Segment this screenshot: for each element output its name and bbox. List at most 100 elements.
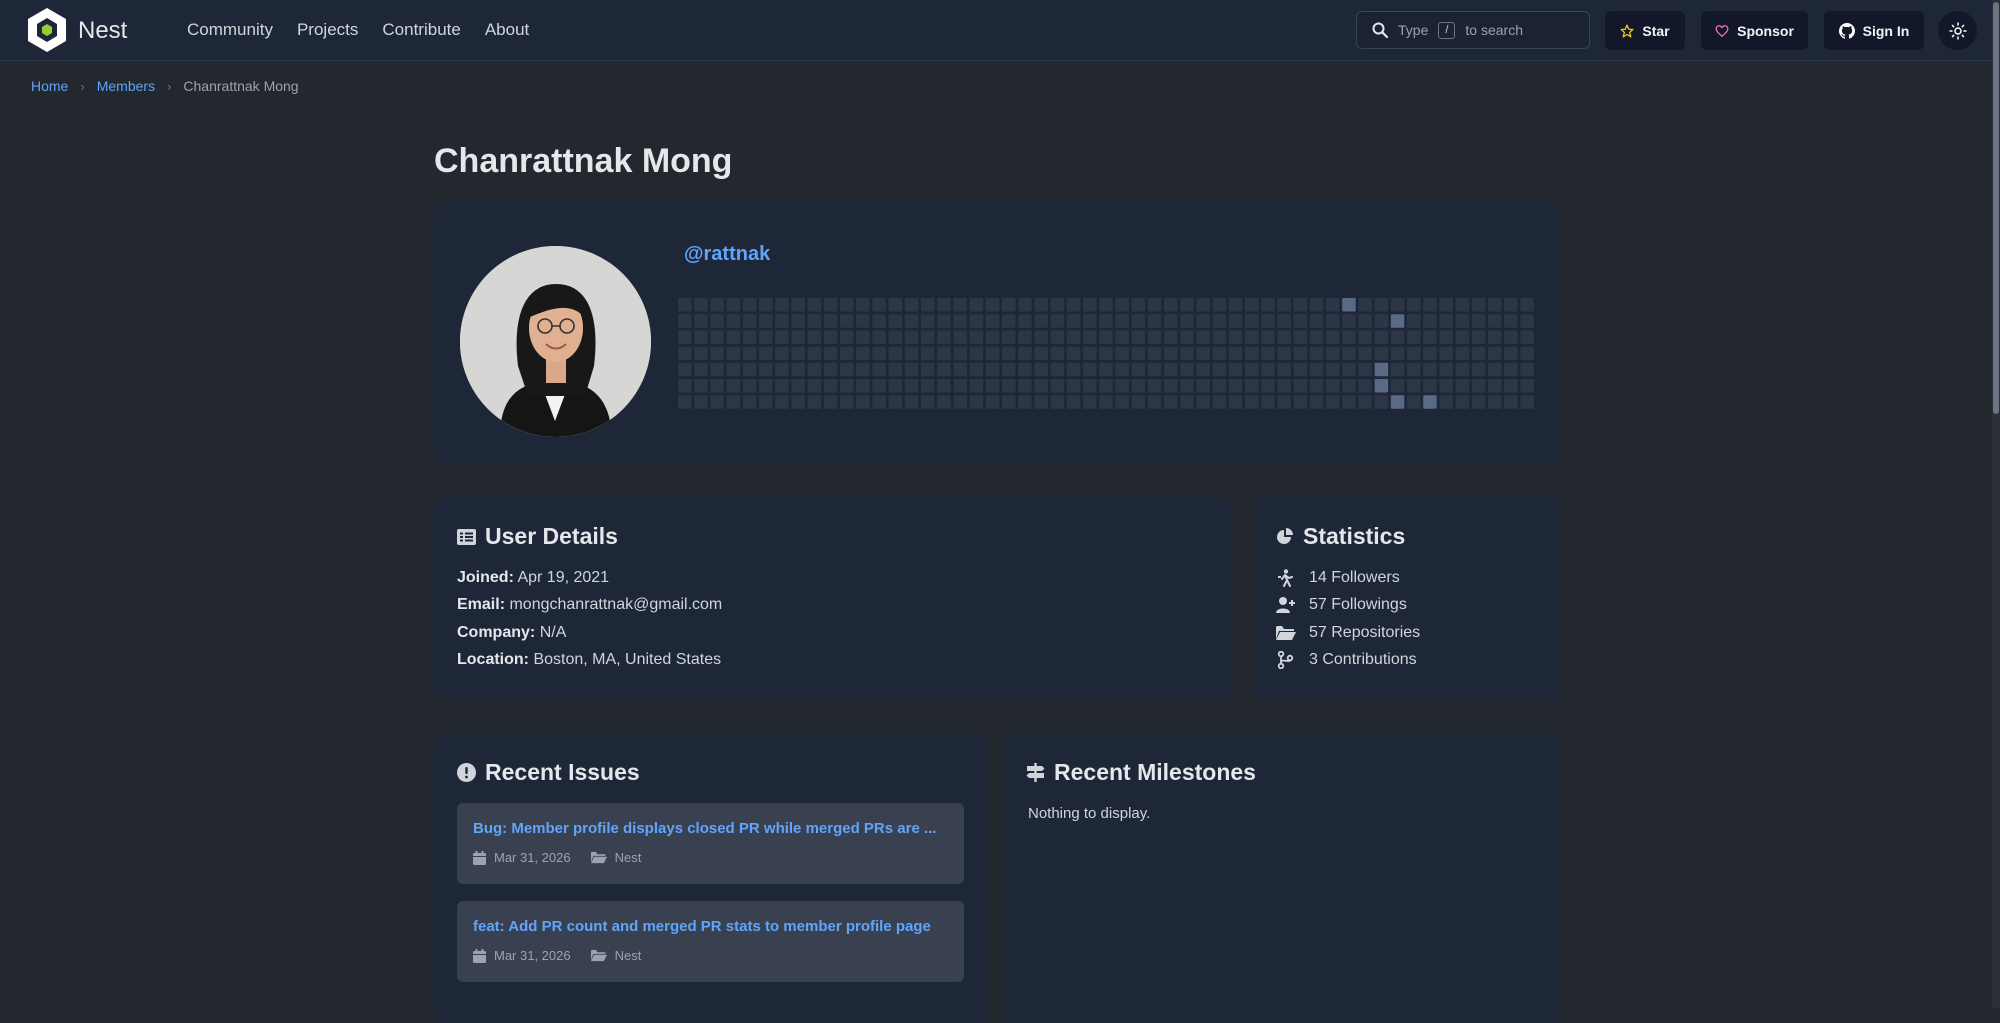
heatmap-cell (1164, 346, 1178, 361)
breadcrumb-members[interactable]: Members (97, 78, 155, 94)
heatmap-cell (1018, 298, 1032, 312)
breadcrumb: Home › Members › Chanrattnak Mong (31, 78, 299, 94)
heatmap-cell (1228, 314, 1243, 328)
scrollbar-thumb[interactable] (1993, 2, 1999, 414)
heatmap-cell (1034, 362, 1048, 377)
heatmap-cell (775, 330, 789, 344)
theme-toggle-button[interactable] (1938, 11, 1977, 50)
search-input[interactable]: Type / to search (1356, 11, 1590, 49)
brand-name[interactable]: Nest (78, 17, 127, 45)
heatmap-cell (1180, 330, 1194, 344)
heatmap-cell (759, 395, 773, 409)
heatmap-cell (856, 362, 870, 377)
heatmap-cell (1358, 298, 1372, 312)
avatar (460, 246, 651, 437)
heatmap-cell (1277, 379, 1291, 393)
heatmap-cell (856, 379, 870, 393)
heatmap-cell (1196, 362, 1210, 377)
heatmap-cell (1196, 395, 1210, 409)
issue-item[interactable]: feat: Add PR count and merged PR stats t… (457, 901, 964, 982)
heatmap-cell (888, 395, 903, 409)
issue-repo[interactable]: Nest (615, 948, 642, 963)
heatmap-cell (1034, 298, 1048, 312)
heatmap-cell (1520, 395, 1534, 409)
heatmap-cell (1115, 362, 1129, 377)
heatmap-cell (1099, 362, 1113, 377)
profile-card: @rattnak (434, 202, 1559, 464)
heatmap-cell (1245, 395, 1259, 409)
sign-in-label: Sign In (1862, 22, 1910, 39)
heatmap-cell (678, 346, 692, 361)
heatmap-cell (1326, 395, 1340, 409)
heatmap-cell (969, 346, 984, 361)
heatmap-cell (1212, 379, 1227, 393)
heatmap-cell (969, 298, 984, 312)
heatmap-cell (1196, 379, 1210, 393)
issue-title-link[interactable]: Bug: Member profile displays closed PR w… (473, 820, 936, 837)
heatmap-cell (1115, 395, 1129, 409)
github-handle-link[interactable]: @rattnak (684, 243, 770, 266)
heatmap-cell (1439, 314, 1453, 328)
nav-projects[interactable]: Projects (297, 20, 358, 40)
heatmap-cell-active (1390, 314, 1405, 328)
heatmap-cell (840, 330, 854, 344)
heatmap-cell (1488, 379, 1502, 393)
heatmap-cell (1099, 346, 1113, 361)
heatmap-cell (1326, 362, 1340, 377)
heatmap-cell (726, 314, 741, 328)
heatmap-cell (1309, 330, 1324, 344)
heatmap-cell (1277, 362, 1291, 377)
heatmap-cell-active (1342, 298, 1356, 312)
heatmap-cell (1455, 379, 1470, 393)
heatmap-cell (1326, 379, 1340, 393)
heatmap-cell (726, 298, 741, 312)
nest-logo-icon[interactable] (26, 7, 68, 53)
heatmap-cell (1326, 314, 1340, 328)
nav-community[interactable]: Community (187, 20, 273, 40)
heatmap-cell (710, 298, 724, 312)
issue-repo[interactable]: Nest (615, 850, 642, 865)
heatmap-cell (1374, 298, 1389, 312)
sign-in-button[interactable]: Sign In (1824, 11, 1924, 50)
heatmap-cell (1050, 395, 1065, 409)
issue-item[interactable]: Bug: Member profile displays closed PR w… (457, 803, 964, 884)
heatmap-cell (1455, 298, 1470, 312)
heatmap-cell (872, 379, 886, 393)
heatmap-cell (775, 379, 789, 393)
issue-title-link[interactable]: feat: Add PR count and merged PR stats t… (473, 918, 931, 935)
issue-meta: Mar 31, 2026 Nest (473, 948, 641, 963)
heatmap-cell (1342, 379, 1356, 393)
heatmap-cell (1034, 395, 1048, 409)
heatmap-cell (742, 379, 757, 393)
heatmap-cell (759, 314, 773, 328)
heatmap-cell (1326, 298, 1340, 312)
heatmap-cell (1180, 314, 1194, 328)
heatmap-cell (1261, 346, 1275, 361)
folder-open-icon (590, 851, 607, 864)
breadcrumb-home[interactable]: Home (31, 78, 68, 94)
heatmap-cell (791, 346, 805, 361)
heatmap-cell (953, 395, 967, 409)
heatmap-cell (1196, 330, 1210, 344)
star-button[interactable]: Star (1605, 11, 1685, 50)
sponsor-button[interactable]: Sponsor (1701, 11, 1808, 50)
heatmap-cell (807, 298, 822, 312)
nav-contribute[interactable]: Contribute (382, 20, 460, 40)
heatmap-cell (1050, 330, 1065, 344)
nav-about[interactable]: About (485, 20, 529, 40)
heatmap-cell (856, 314, 870, 328)
heatmap-cell (1180, 379, 1194, 393)
heatmap-cell (1245, 362, 1259, 377)
heatmap-cell (937, 298, 951, 312)
heatmap-cell (888, 379, 903, 393)
heatmap-cell (1293, 330, 1308, 344)
heatmap-cell (1164, 379, 1178, 393)
heatmap-cell (823, 314, 838, 328)
heatmap-cell (1002, 330, 1016, 344)
heatmap-cell (1407, 314, 1421, 328)
heatmap-cell (1196, 346, 1210, 361)
heatmap-cell (921, 362, 935, 377)
heatmap-cell (1034, 314, 1048, 328)
star-label: Star (1642, 22, 1670, 39)
heatmap-cell (840, 395, 854, 409)
